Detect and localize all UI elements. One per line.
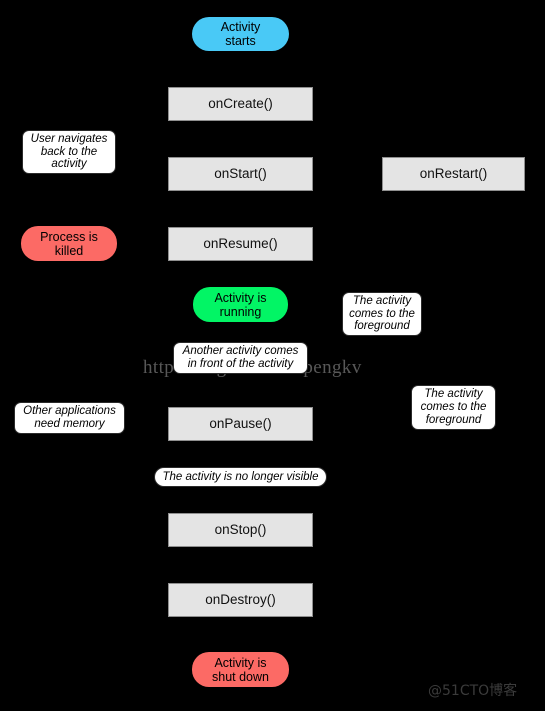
note-user-navigates-back: User navigates back to the activity — [22, 130, 116, 174]
node-activity-shut-down: Activity is shut down — [192, 652, 289, 687]
node-onpause-label: onPause() — [209, 416, 272, 432]
note-user-navigates-back-label: User navigates back to the activity — [30, 132, 108, 171]
node-process-killed: Process is killed — [21, 226, 117, 261]
node-onstop-label: onStop() — [214, 522, 267, 538]
node-oncreate: onCreate() — [168, 87, 313, 121]
node-activity-shut-down-label: Activity is shut down — [212, 655, 269, 684]
note-activity-comes-foreground-right-label: The activity comes to the foreground — [420, 388, 487, 426]
node-onresume: onResume() — [168, 227, 313, 261]
node-activity-running: Activity is running — [193, 287, 288, 322]
watermark-brand: @51CTO博客 — [428, 683, 518, 699]
activity-lifecycle-diagram: http://blog.csdn.net/pengkv Activity sta… — [0, 0, 545, 711]
node-ondestroy: onDestroy() — [168, 583, 313, 617]
node-ondestroy-label: onDestroy() — [205, 592, 276, 608]
note-other-applications-need-memory: Other applications need memory — [14, 402, 125, 434]
note-another-activity-in-front: Another activity comes in front of the a… — [173, 342, 308, 374]
note-activity-no-longer-visible-label: The activity is no longer visible — [162, 470, 319, 483]
node-activity-running-label: Activity is running — [214, 290, 267, 319]
node-onstart: onStart() — [168, 157, 313, 191]
node-activity-starts: Activity starts — [192, 17, 289, 51]
note-activity-no-longer-visible: The activity is no longer visible — [154, 467, 327, 487]
node-process-killed-label: Process is killed — [40, 229, 98, 258]
note-activity-comes-foreground-top-label: The activity comes to the foreground — [349, 294, 415, 333]
node-onstop: onStop() — [168, 513, 313, 547]
node-onrestart: onRestart() — [382, 157, 525, 191]
node-onrestart-label: onRestart() — [419, 166, 488, 182]
node-onstart-label: onStart() — [214, 166, 267, 182]
node-onpause: onPause() — [168, 407, 313, 441]
node-oncreate-label: onCreate() — [208, 96, 273, 112]
note-other-applications-need-memory-label: Other applications need memory — [23, 405, 116, 430]
node-activity-starts-label: Activity starts — [220, 20, 261, 48]
note-activity-comes-foreground-right: The activity comes to the foreground — [411, 385, 496, 430]
note-another-activity-in-front-label: Another activity comes in front of the a… — [182, 345, 299, 370]
note-activity-comes-foreground-top: The activity comes to the foreground — [342, 292, 422, 336]
node-onresume-label: onResume() — [203, 236, 278, 252]
